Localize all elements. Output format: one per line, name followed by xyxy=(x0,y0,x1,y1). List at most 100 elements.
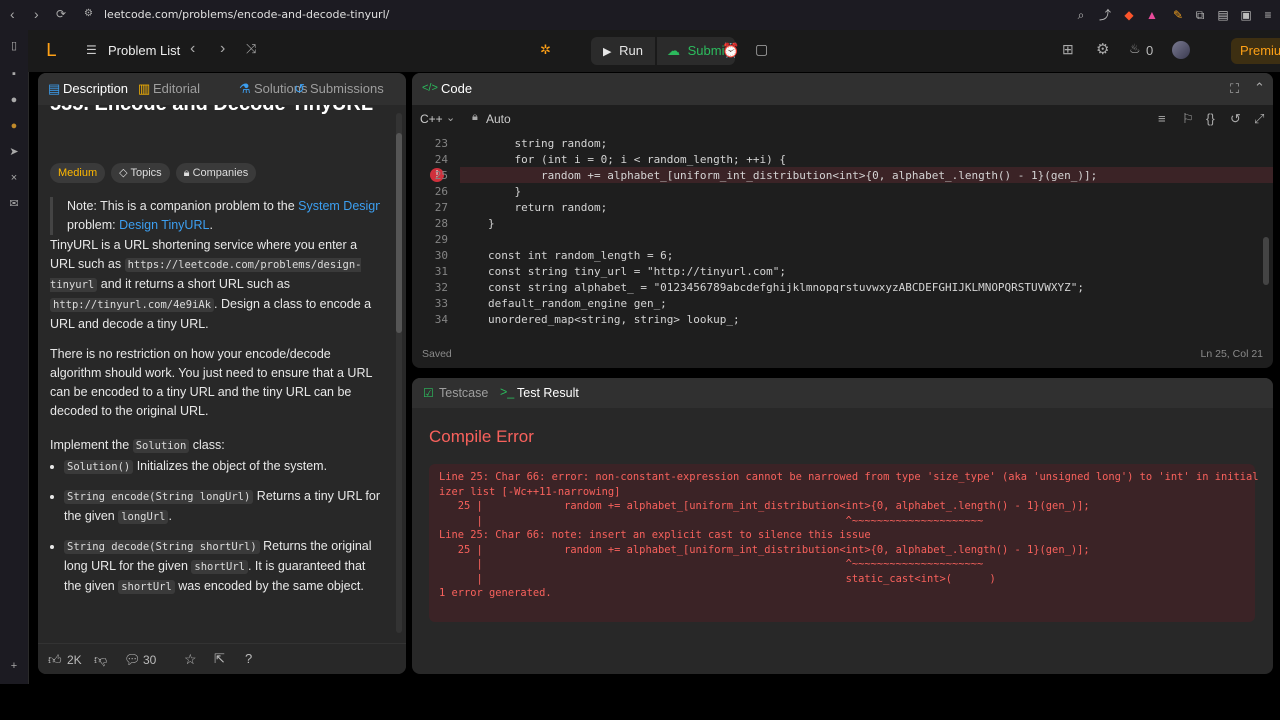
reload-icon[interactable]: ⟳ xyxy=(56,7,66,21)
problem-list-link[interactable]: Problem List xyxy=(108,43,180,58)
expand-icon[interactable]: ⤢ xyxy=(1254,111,1264,127)
lock-icon: 🔒︎ xyxy=(183,167,193,179)
zoom-icon[interactable]: ⌕ xyxy=(1073,7,1089,23)
cloud-upload-icon: ☁ xyxy=(667,43,680,58)
code-panel: </> Code ⛶ ⌃ C++ ⌄ 🔒︎ Auto ≡ ⚐ {} ↺ ⤢ ! … xyxy=(412,73,1273,368)
language-select[interactable]: C++ xyxy=(420,112,443,126)
app-icon[interactable]: ● xyxy=(6,118,22,134)
line-number: 24 xyxy=(434,153,448,166)
code-title: Code xyxy=(441,81,473,96)
bookmark-icon[interactable]: ⚐ xyxy=(1182,111,1194,127)
list-item: String encode(String longUrl) Returns a … xyxy=(64,487,380,527)
mail-icon[interactable]: ✉ xyxy=(6,196,22,212)
terminal-icon: >_ xyxy=(500,385,515,399)
close-icon[interactable]: × xyxy=(6,170,22,186)
editor-scrollbar[interactable] xyxy=(1263,237,1269,285)
line-number: 32 xyxy=(434,281,448,294)
collapse-icon[interactable]: ⌃ xyxy=(1254,80,1265,96)
chevron-down-icon[interactable]: ⌄ xyxy=(446,111,455,124)
avatar[interactable] xyxy=(1172,41,1190,59)
error-message: Line 25: Char 66: error: non-constant-ex… xyxy=(439,471,1259,599)
wallet-icon[interactable]: ▣ xyxy=(1238,7,1254,23)
description-scrollbar[interactable] xyxy=(396,113,402,633)
fullscreen-icon[interactable]: ⛶ xyxy=(1230,81,1239,97)
description-tabs: ▤ Description ▥ Editorial ⚗ Solutions ↺ … xyxy=(38,73,406,105)
result-tabs: ☑ Testcase >_ Test Result xyxy=(412,378,1273,408)
thumbs-up-icon[interactable]: 👍︎ xyxy=(48,652,62,668)
line-number: 27 xyxy=(434,201,448,214)
layout-icon[interactable]: ⊞ xyxy=(1062,41,1074,58)
leetcode-logo-icon[interactable]: ᒪ xyxy=(46,40,56,61)
braces-icon[interactable]: {} xyxy=(1206,111,1215,126)
tab-submissions[interactable]: Submissions xyxy=(310,81,384,96)
tab-testcase[interactable]: Testcase xyxy=(439,386,488,400)
prev-problem-icon[interactable]: ‹ xyxy=(190,40,195,58)
difficulty-badge[interactable]: Medium xyxy=(50,163,106,183)
menu-icon[interactable]: ≡ xyxy=(1260,7,1276,23)
add-icon[interactable]: + xyxy=(6,658,22,674)
sidebar-panel-icon[interactable]: ▯ xyxy=(6,38,22,54)
github-icon[interactable]: ● xyxy=(6,92,22,108)
bookmarks-icon[interactable]: ▪ xyxy=(6,66,22,82)
play-icon: ▶ xyxy=(603,46,612,58)
sidebar-toggle-icon[interactable]: ▤ xyxy=(1215,7,1231,23)
code-line: for (int i = 0; i < random_length; ++i) … xyxy=(488,153,787,166)
thumbs-down-icon[interactable]: 👎︎ xyxy=(94,652,107,668)
line-number: 34 xyxy=(434,313,448,326)
tab-test-result[interactable]: Test Result xyxy=(517,386,579,400)
star-icon[interactable]: ☆ xyxy=(184,651,197,668)
site-settings-icon[interactable]: ⚙ xyxy=(84,8,93,19)
tab-editorial[interactable]: Editorial xyxy=(153,81,200,96)
pen-extension-icon[interactable]: ✎ xyxy=(1170,7,1186,23)
url-text: leetcode.com/problems/encode-and-decode-… xyxy=(104,8,390,21)
format-icon[interactable]: ≡ xyxy=(1158,111,1166,126)
share-icon[interactable]: ⇱ xyxy=(214,651,225,667)
tab-description[interactable]: Description xyxy=(63,81,128,96)
code-line: const string alphabet_ = "0123456789abcd… xyxy=(488,281,1085,294)
forward-icon[interactable]: › xyxy=(34,6,39,22)
code-header: </> Code ⛶ ⌃ xyxy=(412,73,1273,105)
back-icon[interactable]: ‹ xyxy=(10,6,15,22)
design-tinyurl-link[interactable]: Design TinyURL xyxy=(119,218,209,232)
cursor-position: Ln 25, Col 21 xyxy=(1200,348,1263,360)
shuffle-icon[interactable]: ⤨ xyxy=(246,41,256,57)
next-problem-icon[interactable]: › xyxy=(220,40,225,58)
premium-button[interactable]: Premium xyxy=(1231,38,1280,64)
topics-tag[interactable]: ◇ Topics xyxy=(111,163,170,183)
problem-title: 535. Encode and Decode TinyURL xyxy=(50,105,373,114)
result-panel: ☑ Testcase >_ Test Result Compile Error … xyxy=(412,378,1273,674)
code-editor[interactable]: ! 23 string random; 24 for (int i = 0; i… xyxy=(412,135,1273,341)
comment-count: 30 xyxy=(143,653,157,667)
streak-fire-icon[interactable]: ♨ xyxy=(1129,41,1141,57)
code-icon: </> xyxy=(422,82,438,94)
tag-icon: ◇ xyxy=(119,167,131,179)
paragraph-2: There is no restriction on how your enco… xyxy=(50,347,372,418)
brave-rewards-icon[interactable]: ▲ xyxy=(1144,7,1160,23)
companies-tag[interactable]: 🔒︎ Companies xyxy=(175,163,257,183)
auto-mode[interactable]: Auto xyxy=(486,112,511,126)
submissions-icon: ↺ xyxy=(294,81,305,96)
code-toolbar: C++ ⌄ 🔒︎ Auto ≡ ⚐ {} ↺ ⤢ xyxy=(412,105,1273,133)
alarm-icon[interactable]: ⏰ xyxy=(722,42,739,59)
share-icon[interactable]: ⤴ xyxy=(1097,7,1113,23)
comment-icon[interactable]: 💬︎ xyxy=(124,652,141,668)
list-icon[interactable]: ☰ xyxy=(86,43,97,57)
reset-icon[interactable]: ↺ xyxy=(1230,111,1241,127)
help-icon[interactable]: ? xyxy=(245,651,252,666)
streak-count: 0 xyxy=(1146,43,1154,58)
code-line: default_random_engine gen_; xyxy=(488,297,667,310)
address-bar[interactable]: ⚙ leetcode.com/problems/encode-and-decod… xyxy=(78,5,1188,25)
code-line: } xyxy=(488,185,522,198)
send-icon[interactable]: ➤ xyxy=(6,144,22,160)
line-number: 33 xyxy=(434,297,448,310)
list-item: Solution() Initializes the object of the… xyxy=(64,457,380,477)
system-design-link[interactable]: System Design xyxy=(298,199,380,213)
notes-icon[interactable]: ▢ xyxy=(755,41,768,58)
brave-shield-icon[interactable]: ◆ xyxy=(1121,7,1137,23)
paragraph-3: Implement the Solution class: xyxy=(50,438,225,453)
debug-icon[interactable]: ✲ xyxy=(540,42,551,58)
extensions-icon[interactable]: ⧉ xyxy=(1192,7,1208,23)
settings-gear-icon[interactable]: ⚙ xyxy=(1096,40,1109,58)
run-button[interactable]: ▶ Run xyxy=(591,37,655,65)
scroll-thumb[interactable] xyxy=(396,133,402,333)
